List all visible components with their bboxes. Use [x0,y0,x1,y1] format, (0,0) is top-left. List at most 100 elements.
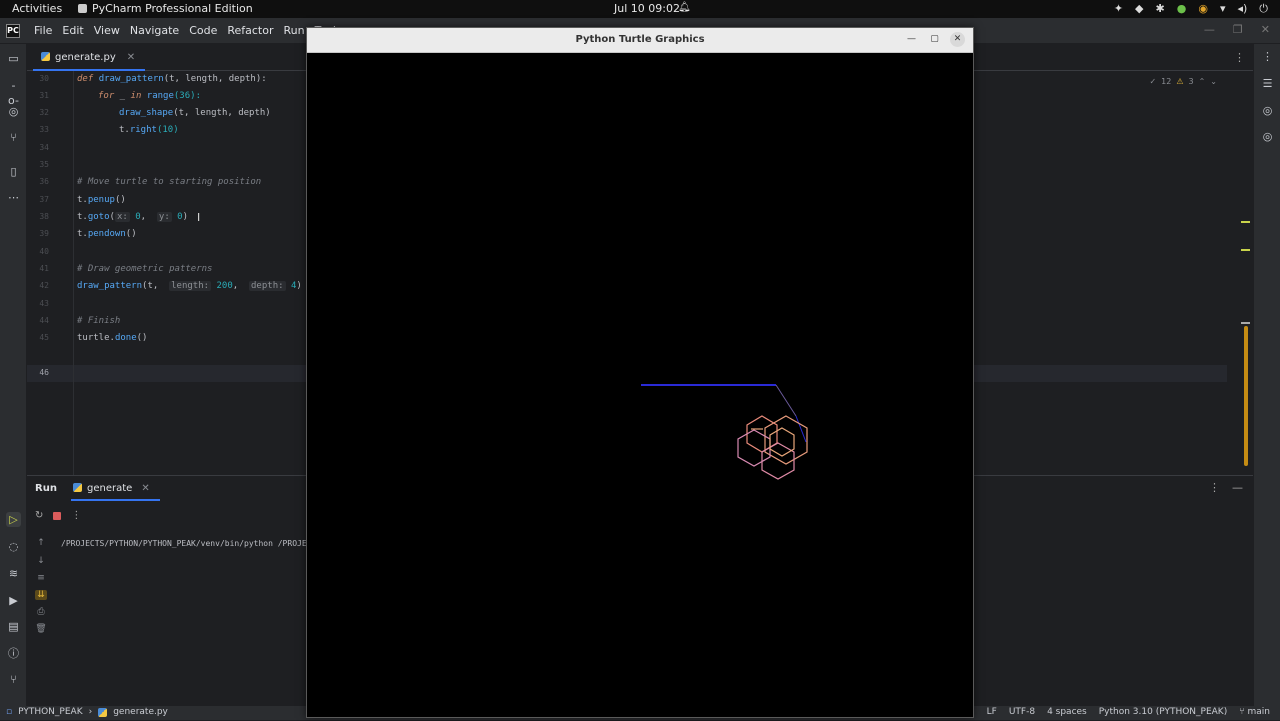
ai-assistant-icon[interactable]: ◎ [1260,104,1275,119]
chevron-down-icon[interactable]: ⌄ [1210,77,1217,86]
turtle-window-title: Python Turtle Graphics [575,34,705,45]
arrow-down-icon[interactable]: ↓ [35,556,47,566]
python-console-icon[interactable]: ◌ [6,539,21,554]
turtle-title-bar[interactable]: Python Turtle Graphics — ▢ ✕ [307,28,973,53]
layers-icon[interactable]: ≋ [6,566,21,581]
notification-bell-icon[interactable]: 🔔︎ [678,2,691,13]
scroll-marker[interactable] [1241,221,1250,223]
text-cursor-icon: I [197,211,201,224]
system-tray: ✦ ◆ ✱ ● ◉ ▾ ◂) ⏻ [1114,2,1268,16]
wifi-icon[interactable]: ▾ [1220,2,1226,16]
line-number: 37 [39,195,49,204]
run-tool-icon[interactable]: ▷ [6,512,21,527]
update-icon[interactable]: ● [1177,2,1187,16]
turtle-hexagon [761,442,795,480]
project-icon: ▫ [6,707,13,717]
options-menu-icon[interactable]: ⋮ [1209,481,1220,494]
run-tab-generate[interactable]: generate ✕ [71,476,160,501]
indent-setting[interactable]: 4 spaces [1047,707,1087,717]
dropbox-icon[interactable]: ✦ [1114,2,1123,16]
commit-icon[interactable]: -o- [6,78,21,107]
python-packages-icon[interactable]: ◎ [6,104,21,119]
tab-options-icon[interactable]: ⋮ [1234,51,1245,64]
git-icon[interactable]: ⑂ [6,672,21,687]
menu-run[interactable]: Run [284,24,305,37]
structure-icon[interactable]: ▯ [6,164,21,179]
line-number: 43 [39,299,49,308]
breadcrumb-project[interactable]: PYTHON_PEAK [18,707,82,717]
power-icon[interactable]: ⏻ [1259,2,1268,16]
encoding[interactable]: UTF-8 [1009,707,1035,717]
interpreter[interactable]: Python 3.10 (PYTHON_PEAK) [1099,707,1227,717]
menu-navigate[interactable]: Navigate [130,24,179,37]
restore-icon[interactable]: ❐ [1233,23,1243,36]
editor-scrollbar[interactable] [1244,326,1248,466]
close-icon[interactable]: ✕ [1261,23,1270,36]
problems-icon[interactable]: ⓘ [6,646,21,661]
line-separator[interactable]: LF [987,707,997,717]
line-number: 38 [39,212,49,221]
menu-edit[interactable]: Edit [62,24,83,37]
window-controls: — ❐ ✕ [1204,23,1270,36]
project-folder-icon[interactable]: ▭ [6,51,21,66]
menu-file[interactable]: File [34,24,52,37]
scroll-to-end-icon[interactable]: ⇊ [35,590,47,600]
code-line: draw_pattern(t, length: 200, depth: 4) [77,281,302,291]
git-branch[interactable]: ⑂ main [1239,707,1270,717]
more-actions-icon[interactable]: ⋮ [71,510,81,521]
rerun-icon[interactable]: ↻ [35,510,43,521]
minimize-icon[interactable]: — [904,32,919,47]
database-icon[interactable]: ☰ [1260,77,1275,92]
pull-requests-icon[interactable]: ⑂ [6,130,21,145]
more-tools-icon[interactable]: ⋯ [6,190,21,205]
menu-code[interactable]: Code [189,24,217,37]
menu-view[interactable]: View [94,24,120,37]
pycharm-app-icon [78,4,87,13]
python-file-icon [41,52,50,61]
menu-refactor[interactable]: Refactor [227,24,273,37]
activities-button[interactable]: Activities [12,2,62,15]
status-widgets: LF UTF-8 4 spaces Python 3.10 (PYTHON_PE… [987,707,1270,717]
line-number: 33 [39,125,49,134]
soft-wrap-icon[interactable]: ≡ [35,573,47,583]
pycharm-logo-icon[interactable]: PC [6,24,20,38]
scroll-marker[interactable] [1241,249,1250,251]
line-number-current: 46 [39,368,49,377]
maximize-icon[interactable]: ▢ [927,32,942,47]
services-icon[interactable]: ▶ [6,593,21,608]
line-number: 36 [39,177,49,186]
line-number: 44 [39,316,49,325]
teams-icon[interactable]: ◆ [1135,2,1143,16]
chrome-icon[interactable]: ◉ [1198,2,1208,16]
print-icon[interactable]: ⎙ [35,607,47,617]
tab-generate-py[interactable]: generate.py ✕ [33,44,146,71]
inlay-hint: length: [169,281,212,291]
breadcrumb-file[interactable]: generate.py [113,707,168,717]
turtle-canvas[interactable] [308,54,972,717]
trash-icon[interactable]: 🗑︎ [35,624,47,634]
notifications-more-icon[interactable]: ⋮ [1260,50,1275,65]
copilot-icon[interactable]: ◎ [1260,130,1275,145]
slack-icon[interactable]: ✱ [1156,2,1165,16]
tab-close-icon[interactable]: ✕ [127,52,135,69]
terminal-icon[interactable]: ▤ [6,619,21,634]
console-output[interactable]: /PROJECTS/PYTHON/PYTHON_PEAK/venv/bin/py… [61,539,316,548]
run-tab-close-icon[interactable]: ✕ [141,483,149,499]
close-icon[interactable]: ✕ [950,32,965,47]
clock[interactable]: Jul 10 09:02 [614,2,680,15]
code-line: def draw_pattern(t, length, depth): [77,74,267,84]
python-file-icon [98,707,108,717]
app-menu[interactable]: PyCharm Professional Edition [78,2,253,15]
line-number: 41 [39,264,49,273]
arrow-up-icon[interactable]: ↑ [35,538,47,548]
volume-icon[interactable]: ◂) [1237,2,1247,16]
hide-panel-icon[interactable]: — [1232,481,1243,494]
weak-warnings-count: 12 [1161,77,1172,86]
inlay-hint: y: [156,212,172,222]
scroll-marker[interactable] [1241,322,1250,324]
stop-icon[interactable] [53,511,62,520]
inspection-widget[interactable]: ✓ 12 ⚠ 3 ⌃ ⌄ [1149,77,1217,86]
chevron-up-icon[interactable]: ⌃ [1199,77,1206,86]
minimize-icon[interactable]: — [1204,23,1215,36]
line-number: 42 [39,281,49,290]
